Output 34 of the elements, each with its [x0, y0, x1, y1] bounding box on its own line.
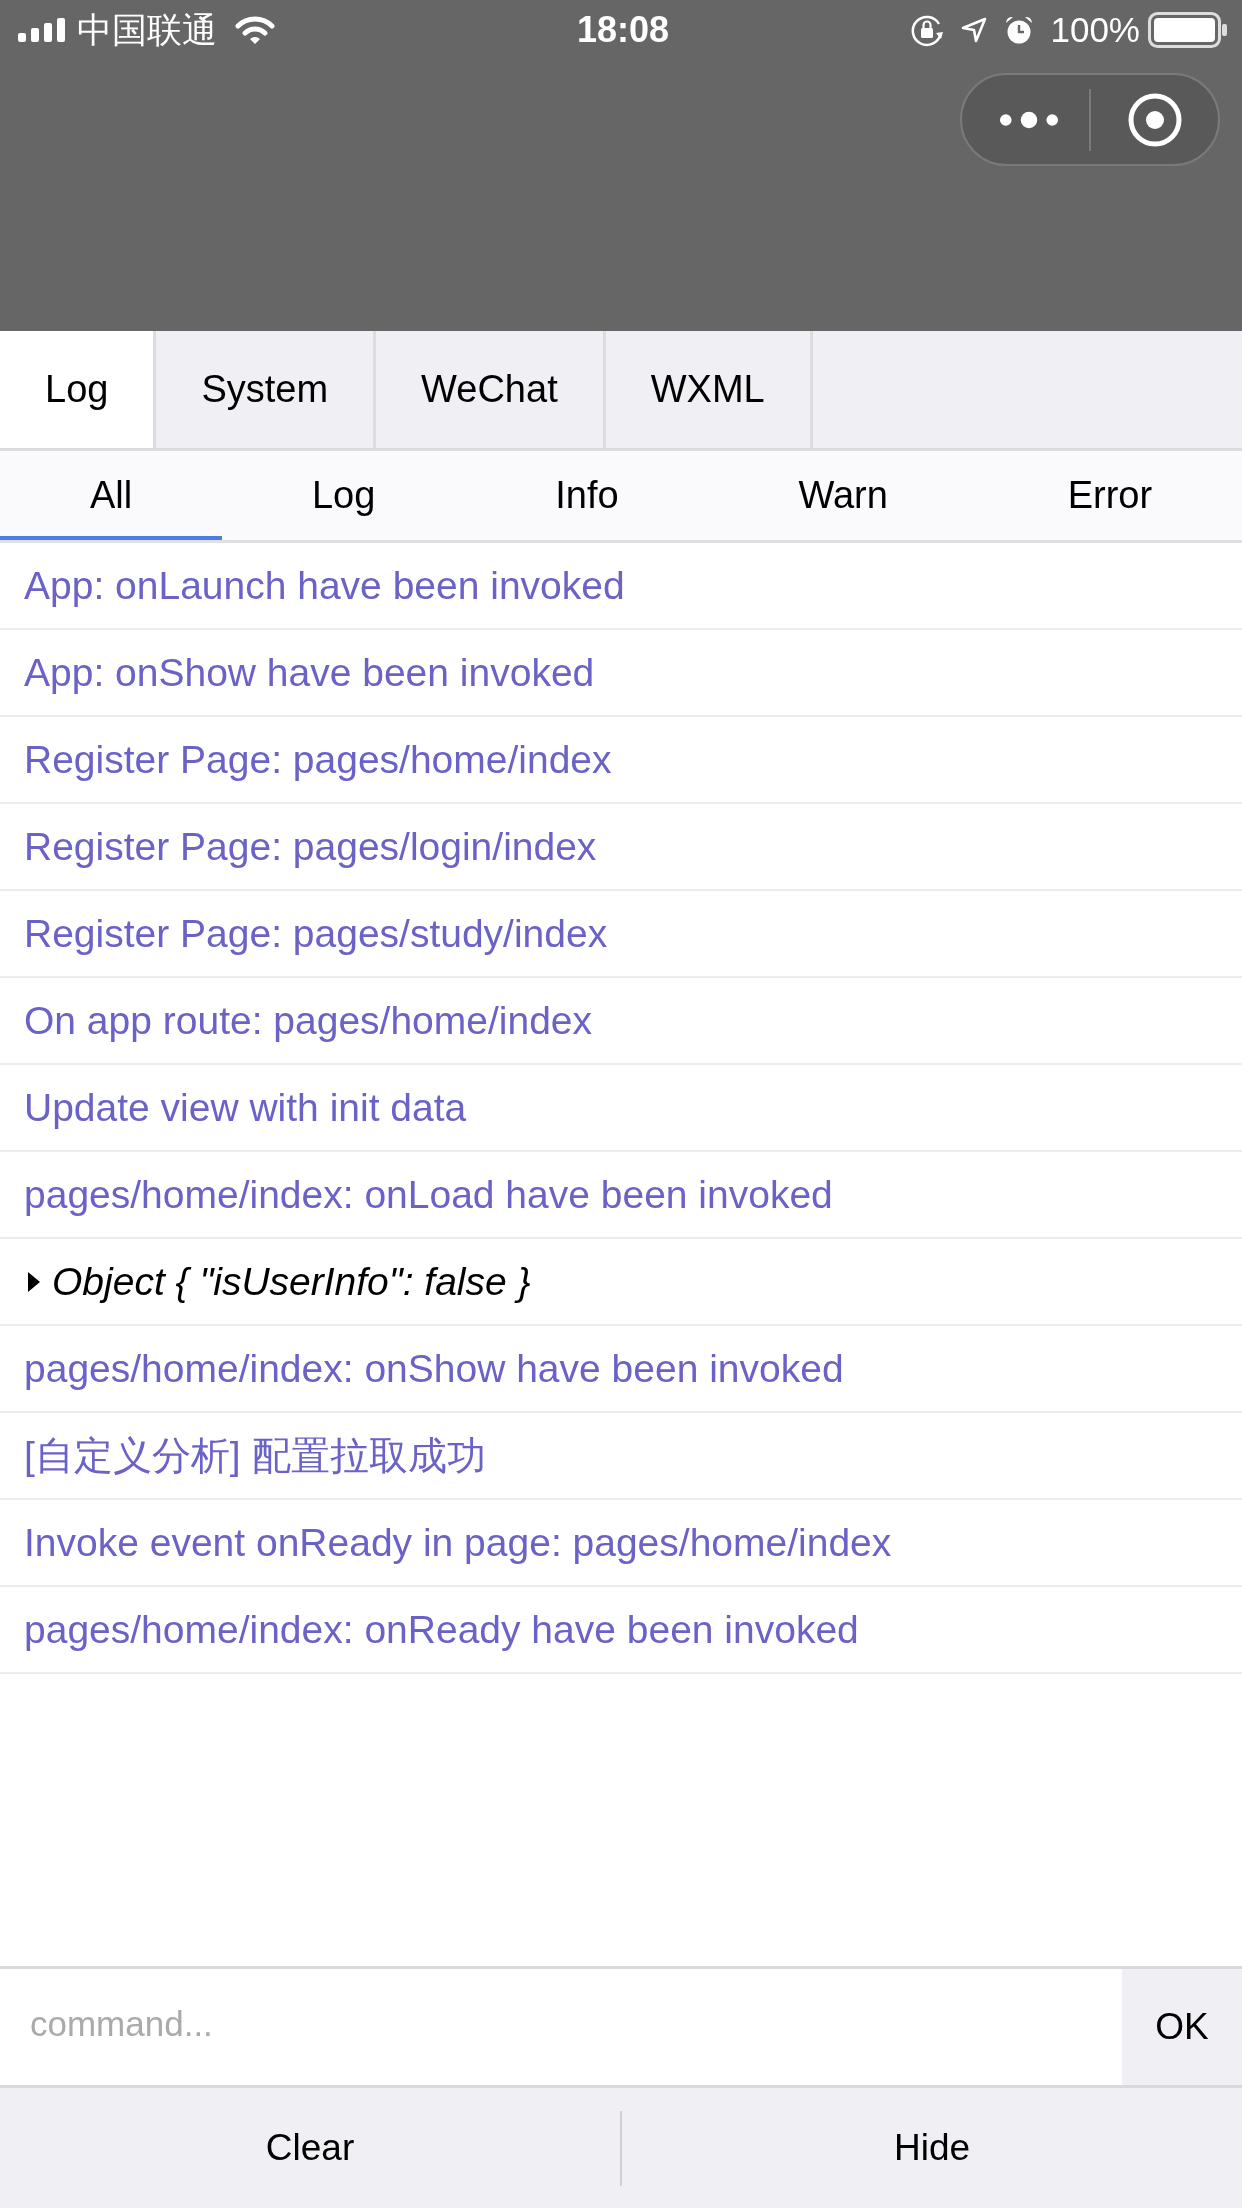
log-message: Register Page: pages/study/index — [24, 911, 608, 956]
log-message: On app route: pages/home/index — [24, 998, 593, 1043]
log-message: Register Page: pages/login/index — [24, 824, 597, 869]
log-message: pages/home/index: onShow have been invoked — [24, 1346, 844, 1391]
clock-time: 18:08 — [576, 10, 670, 50]
ok-button[interactable]: OK — [1122, 1969, 1242, 2085]
log-message: App: onLaunch have been invoked — [24, 563, 625, 608]
log-message: pages/home/index: onLoad have been invoked — [24, 1172, 833, 1217]
alarm-clock-icon — [1004, 15, 1035, 45]
location-arrow-icon — [960, 16, 989, 44]
log-message: Update view with init data — [24, 1085, 467, 1130]
triangle-icon[interactable] — [28, 1271, 40, 1292]
signal-icon — [18, 18, 65, 42]
log-message: App: onShow have been invoked — [24, 650, 595, 695]
battery-icon — [1148, 12, 1228, 48]
filter-tab[interactable]: Info — [465, 451, 709, 540]
filter-tab[interactable]: All — [0, 451, 223, 540]
carrier-name: 中国联通 — [77, 10, 217, 50]
log-message: [自定义分析] 配置拉取成功 — [24, 1432, 486, 1479]
footer-button[interactable]: Hide — [622, 2088, 1242, 2208]
log-message: Invoke event onReady in page: pages/home/index — [24, 1520, 892, 1565]
battery-percent: 100% — [1050, 10, 1140, 50]
more-icon[interactable] — [998, 110, 1059, 129]
filter-tab[interactable]: Error — [977, 451, 1242, 540]
rotation-lock-icon — [910, 13, 945, 47]
footer-button[interactable]: Clear — [0, 2088, 620, 2208]
tab[interactable]: Log — [0, 331, 157, 448]
log-message: Register Page: pages/home/index — [24, 737, 612, 782]
wifi-icon — [235, 16, 275, 44]
target-icon[interactable] — [1127, 92, 1182, 147]
log-message: pages/home/index: onReady have been invoked — [24, 1607, 859, 1652]
filter-tab[interactable]: Log — [222, 451, 466, 540]
filter-tab[interactable]: Warn — [708, 451, 978, 540]
object-preview: Object { "isUserInfo": false } — [52, 1259, 531, 1304]
